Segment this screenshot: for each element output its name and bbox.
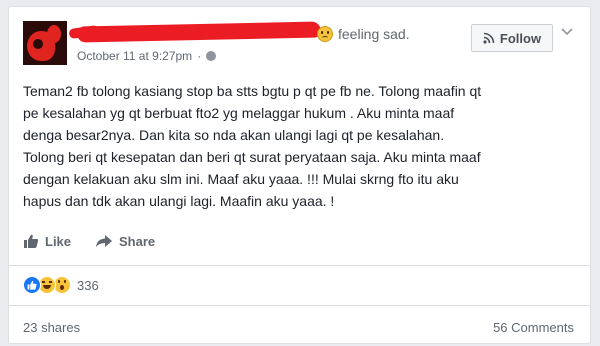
name-redaction-mark (76, 21, 322, 43)
shares-count[interactable]: 23 shares (23, 320, 80, 335)
post-text: Teman2 fb tolong kasiang stop ba stts bg… (23, 83, 482, 209)
feeling-status: feeling sad. (317, 25, 410, 43)
follow-label: Follow (499, 30, 542, 46)
meta-separator: · (197, 49, 202, 63)
comments-count[interactable]: 56 Comments (493, 320, 574, 335)
sad-face-icon (317, 26, 333, 42)
post-timestamp[interactable]: October 11 at 9:27pm (77, 49, 192, 63)
share-button[interactable]: Share (95, 234, 155, 249)
share-arrow-icon (96, 235, 113, 247)
post-card: feeling sad. October 11 at 9:27pm · Foll… (8, 6, 591, 344)
feeling-label: feeling sad. (338, 26, 410, 42)
follow-button[interactable]: Follow (471, 24, 553, 52)
like-label: Like (45, 233, 72, 249)
like-button[interactable]: Like (23, 233, 71, 249)
reaction-count[interactable]: 336 (77, 278, 99, 293)
post-meta: October 11 at 9:27pm · (77, 49, 217, 63)
divider (9, 305, 590, 306)
globe-icon[interactable] (206, 51, 217, 61)
thumbs-up-icon (24, 234, 39, 248)
post-actions: Like Share (23, 233, 179, 249)
share-label: Share (119, 233, 156, 249)
profile-avatar[interactable] (23, 21, 67, 65)
chevron-down-icon[interactable] (561, 28, 573, 36)
like-reaction-icon (23, 276, 41, 294)
reactions-summary[interactable]: 336 (23, 276, 99, 294)
rss-icon (483, 32, 495, 44)
divider (9, 265, 590, 266)
